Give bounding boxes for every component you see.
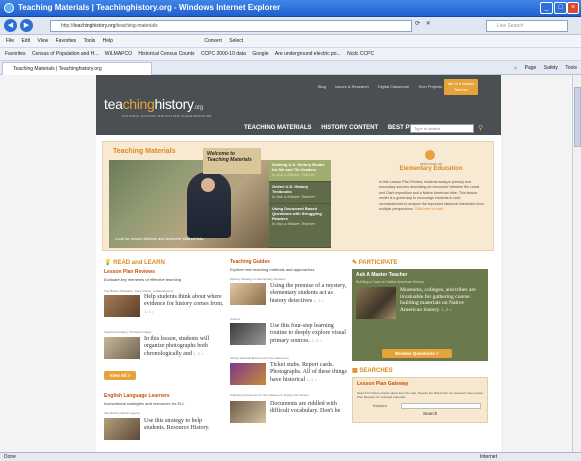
- toplink-digital[interactable]: Digital Classroom: [378, 84, 409, 89]
- ask-master-teacher-panel: Ask A Master Teacher Building a Case on …: [352, 269, 488, 361]
- lesson-plan-gateway-box: Lesson Plan Gateway Search for history l…: [352, 377, 488, 423]
- nav-teaching-materials[interactable]: TEACHING MATERIALS: [244, 125, 312, 131]
- close-button[interactable]: ×: [567, 2, 579, 14]
- safety-menu[interactable]: Safety: [544, 65, 558, 71]
- window-title: Teaching Materials | Teachinghistory.org…: [18, 3, 281, 12]
- search-button[interactable]: Search: [423, 411, 437, 416]
- convert-button[interactable]: Convert: [204, 35, 222, 48]
- url-field[interactable]: http://teachinghistory.org/teaching-mate…: [50, 20, 412, 32]
- fav-link-google[interactable]: Google: [252, 48, 268, 60]
- thumbnail[interactable]: [104, 418, 140, 440]
- feature-panel: Teaching Materials Look for school distr…: [102, 141, 494, 251]
- feature-list: Seeking U.S. History Books for 5th and 7…: [269, 160, 331, 248]
- favorites-button[interactable]: Favorites: [5, 48, 26, 60]
- site-search-input[interactable]: Type to search: [410, 124, 474, 133]
- feature-item[interactable]: Using Document Based Questions with Stru…: [269, 204, 331, 248]
- status-text: Done: [4, 454, 16, 460]
- fav-link-electric[interactable]: Are underground electric po...: [275, 48, 341, 60]
- tools-menu[interactable]: Tools: [565, 65, 577, 71]
- read-learn-heading: 💡 READ and LEARN: [104, 260, 165, 266]
- scrollbar-thumb[interactable]: [574, 87, 581, 147]
- menu-file[interactable]: File: [6, 35, 14, 48]
- zone-indicator: Internet: [480, 454, 497, 460]
- url-scheme: http://: [61, 23, 74, 29]
- menu-tools[interactable]: Tools: [84, 35, 96, 48]
- menu-view[interactable]: View: [37, 35, 48, 48]
- menu-help[interactable]: Help: [103, 35, 113, 48]
- site-header: teachinghistory.org NATIONAL HISTORY EDU…: [96, 75, 501, 135]
- home-icon[interactable]: ⌂: [514, 65, 517, 71]
- thumbnail[interactable]: [230, 401, 266, 423]
- page-viewport: teachinghistory.org NATIONAL HISTORY EDU…: [0, 75, 572, 452]
- spotlight-text: In this Lesson Plan Review, students ana…: [379, 180, 484, 212]
- refresh-stop-icons[interactable]: ⟳ ✕: [412, 20, 482, 32]
- thumbnail[interactable]: [104, 295, 140, 317]
- feature-caption: Look for school districts and teachers' …: [115, 236, 205, 241]
- ie-logo-icon: [4, 3, 14, 13]
- site-container: teachinghistory.org NATIONAL HISTORY EDU…: [96, 75, 501, 452]
- select-button[interactable]: Select: [229, 35, 243, 48]
- fav-link-wilmapco[interactable]: WILMAPCO: [105, 48, 132, 60]
- feature-item[interactable]: Seeking U.S. History Books for 5th and 7…: [269, 160, 331, 182]
- address-bar: ◀ ▶ http://teachinghistory.org/teaching-…: [0, 17, 581, 35]
- participate-heading: ✎ PARTICIPATE: [352, 260, 398, 266]
- browse-questions-button[interactable]: Browse Questions >: [382, 349, 452, 358]
- spotlight-title[interactable]: Elementary Education: [373, 166, 489, 172]
- menu-edit[interactable]: Edit: [21, 35, 30, 48]
- site-tagline: NATIONAL HISTORY EDUCATION CLEARINGHOUSE: [122, 114, 212, 118]
- welcome-box: Welcome to Teaching Materials: [203, 148, 261, 174]
- gateway-title[interactable]: Lesson Plan Gateway: [357, 381, 408, 387]
- title-bar: Teaching Materials | Teachinghistory.org…: [0, 0, 581, 17]
- menu-bar: File Edit View Favorites Tools Help Conv…: [0, 35, 581, 48]
- fav-link-census[interactable]: Census of Population and H...: [32, 48, 98, 60]
- minimize-button[interactable]: _: [540, 2, 553, 14]
- fav-link-ncdc[interactable]: Ncdc CCPC: [347, 48, 374, 60]
- spotlight-more-link[interactable]: Click here to read: [415, 207, 443, 211]
- toplink-blog[interactable]: Blog: [318, 84, 326, 89]
- toplink-issues[interactable]: Issues & Research: [335, 84, 369, 89]
- live-search-field[interactable]: Live Search: [486, 20, 568, 32]
- favorites-bar: Favorites Census of Population and H... …: [0, 48, 581, 61]
- search-icon[interactable]: ⚲: [478, 124, 483, 132]
- teaching-guides-link[interactable]: Teaching Guides: [230, 259, 270, 265]
- status-bar: Done Internet: [0, 452, 581, 461]
- back-arrow-icon[interactable]: ◀: [4, 19, 17, 32]
- ask-master-teacher-button[interactable]: We of a Master Teacher: [444, 79, 478, 95]
- tab-bar: Teaching Materials | Teachinghistory.org…: [0, 61, 581, 75]
- spotlight-box: SPOTLIGHT ON Elementary Education In thi…: [373, 150, 489, 248]
- browser-window: Teaching Materials | Teachinghistory.org…: [0, 0, 581, 461]
- vertical-scrollbar[interactable]: [572, 75, 581, 452]
- url-path: /teaching-materials: [115, 23, 158, 29]
- thumbnail[interactable]: [230, 323, 266, 345]
- forward-arrow-icon[interactable]: ▶: [20, 19, 33, 32]
- top-links: Blog Issues & Research Digital Classroom…: [318, 84, 450, 89]
- thumbnail[interactable]: [230, 283, 266, 305]
- feature-item[interactable]: Online U.S. History Textbooks In Ask a Ma…: [269, 182, 331, 204]
- fav-link-historical-census[interactable]: Historical Census Counts: [138, 48, 194, 60]
- command-bar: ⌂ Page Safety Tools: [508, 62, 577, 75]
- searches-heading: ▦ SEARCHES: [352, 368, 393, 374]
- site-logo[interactable]: teachinghistory.org: [104, 96, 203, 112]
- ell-link[interactable]: English Language Learners: [104, 393, 170, 399]
- maximize-button[interactable]: □: [554, 2, 567, 14]
- spotlight-icon: [425, 150, 435, 160]
- menu-favorites[interactable]: Favorites: [56, 35, 77, 48]
- thumbnail[interactable]: [230, 363, 266, 385]
- thumbnail[interactable]: [104, 337, 140, 359]
- keyword-input[interactable]: [401, 403, 481, 409]
- page-menu[interactable]: Page: [525, 65, 537, 71]
- lesson-plan-reviews-link[interactable]: Lesson Plan Reviews: [104, 269, 155, 275]
- url-host: teachinghistory.org: [73, 23, 116, 29]
- fav-link-ccpc[interactable]: CCPC 2000-10 data: [201, 48, 246, 60]
- amt-title[interactable]: Ask A Master Teacher: [356, 272, 408, 278]
- amt-image[interactable]: [356, 287, 396, 319]
- view-all-button[interactable]: View All >: [104, 371, 136, 380]
- page-title: Teaching Materials: [113, 148, 176, 155]
- toplink-tech[interactable]: Tech Projects: [418, 84, 442, 89]
- tab-teaching-materials[interactable]: Teaching Materials | Teachinghistory.org: [2, 62, 152, 75]
- nav-history-content[interactable]: HISTORY CONTENT: [321, 125, 378, 131]
